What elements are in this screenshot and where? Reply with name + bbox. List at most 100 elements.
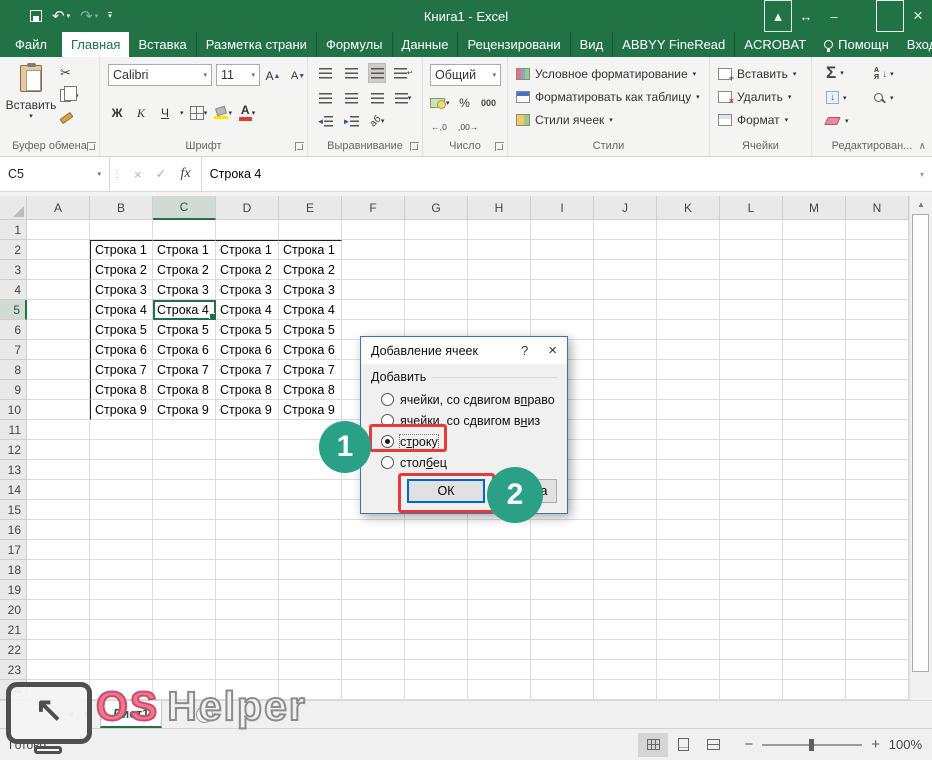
cell-E8[interactable]: Строка 7 xyxy=(279,360,342,380)
cell-M13[interactable] xyxy=(783,460,846,480)
cell-K6[interactable] xyxy=(657,320,720,340)
cell-C20[interactable] xyxy=(153,600,216,620)
cell-J23[interactable] xyxy=(594,660,657,680)
cell-B3[interactable]: Строка 2 xyxy=(90,260,153,280)
underline-button[interactable]: Ч xyxy=(156,103,174,123)
format-cells-button[interactable]: Формат▾ xyxy=(718,113,788,127)
tab-abbyy[interactable]: ABBYY FineRead xyxy=(613,32,735,57)
cell-K12[interactable] xyxy=(657,440,720,460)
cell-J14[interactable] xyxy=(594,480,657,500)
cell-E22[interactable] xyxy=(279,640,342,660)
tab-home[interactable]: Главная xyxy=(62,32,129,57)
bold-button[interactable]: Ж xyxy=(108,103,126,123)
cell-B23[interactable] xyxy=(90,660,153,680)
radio-icon[interactable] xyxy=(381,456,394,469)
tab-data[interactable]: Данные xyxy=(393,32,459,57)
cell-F24[interactable] xyxy=(342,680,405,700)
cell-B11[interactable] xyxy=(90,420,153,440)
cell-K5[interactable] xyxy=(657,300,720,320)
cell-K13[interactable] xyxy=(657,460,720,480)
formula-bar-handle[interactable]: ⋮ xyxy=(110,157,124,191)
column-header-M[interactable]: M xyxy=(783,196,846,220)
cell-H17[interactable] xyxy=(468,540,531,560)
cell-J2[interactable] xyxy=(594,240,657,260)
column-header-D[interactable]: D xyxy=(216,196,279,220)
cell-K21[interactable] xyxy=(657,620,720,640)
cell-A1[interactable] xyxy=(27,220,90,240)
top-align-button[interactable] xyxy=(316,63,334,83)
column-header-G[interactable]: G xyxy=(405,196,468,220)
zoom-out-button[interactable]: − xyxy=(744,736,753,753)
cell-C18[interactable] xyxy=(153,560,216,580)
cell-D13[interactable] xyxy=(216,460,279,480)
tab-formulas[interactable]: Формулы xyxy=(317,32,393,57)
cell-J7[interactable] xyxy=(594,340,657,360)
cancel-entry-button[interactable]: × xyxy=(134,167,142,182)
find-select-button[interactable]: ▾ xyxy=(874,93,894,102)
cell-L24[interactable] xyxy=(720,680,783,700)
cell-D22[interactable] xyxy=(216,640,279,660)
insert-function-button[interactable]: fx xyxy=(181,166,191,182)
cell-L23[interactable] xyxy=(720,660,783,680)
cell-G2[interactable] xyxy=(405,240,468,260)
conditional-formatting-button[interactable]: Условное форматирование▾ xyxy=(516,67,696,81)
cell-C9[interactable]: Строка 8 xyxy=(153,380,216,400)
cell-C10[interactable]: Строка 9 xyxy=(153,400,216,420)
cell-F2[interactable] xyxy=(342,240,405,260)
cell-K10[interactable] xyxy=(657,400,720,420)
cell-M12[interactable] xyxy=(783,440,846,460)
cell-E19[interactable] xyxy=(279,580,342,600)
cell-N16[interactable] xyxy=(846,520,909,540)
tab-review[interactable]: Рецензировани xyxy=(458,32,570,57)
cell-G22[interactable] xyxy=(405,640,468,660)
cell-L17[interactable] xyxy=(720,540,783,560)
cell-M9[interactable] xyxy=(783,380,846,400)
number-format-combo[interactable]: Общий▾ xyxy=(430,64,501,86)
cell-H21[interactable] xyxy=(468,620,531,640)
comma-style-button[interactable]: 000 xyxy=(480,93,498,113)
cell-D12[interactable] xyxy=(216,440,279,460)
cell-I3[interactable] xyxy=(531,260,594,280)
column-header-F[interactable]: F xyxy=(342,196,405,220)
cell-I4[interactable] xyxy=(531,280,594,300)
cell-M4[interactable] xyxy=(783,280,846,300)
cell-L21[interactable] xyxy=(720,620,783,640)
cell-N6[interactable] xyxy=(846,320,909,340)
cell-K20[interactable] xyxy=(657,600,720,620)
font-color-button[interactable]: А▾ xyxy=(238,103,256,123)
cell-D11[interactable] xyxy=(216,420,279,440)
zoom-in-button[interactable]: + xyxy=(871,736,880,753)
column-header-K[interactable]: K xyxy=(657,196,720,220)
italic-button[interactable]: К xyxy=(132,103,150,123)
cell-M21[interactable] xyxy=(783,620,846,640)
tab-insert[interactable]: Вставка xyxy=(129,32,196,57)
cell-L16[interactable] xyxy=(720,520,783,540)
cell-C12[interactable] xyxy=(153,440,216,460)
cell-A10[interactable] xyxy=(27,400,90,420)
cell-A23[interactable] xyxy=(27,660,90,680)
cell-G19[interactable] xyxy=(405,580,468,600)
cell-C7[interactable]: Строка 6 xyxy=(153,340,216,360)
cell-E15[interactable] xyxy=(279,500,342,520)
cell-A4[interactable] xyxy=(27,280,90,300)
cell-H16[interactable] xyxy=(468,520,531,540)
cell-B5[interactable]: Строка 4 xyxy=(90,300,153,320)
tab-view[interactable]: Вид xyxy=(571,32,614,57)
cell-K7[interactable] xyxy=(657,340,720,360)
row-header-3[interactable]: 3 xyxy=(0,260,27,280)
cell-M20[interactable] xyxy=(783,600,846,620)
tab-file[interactable]: Файл xyxy=(0,32,62,57)
cell-F23[interactable] xyxy=(342,660,405,680)
cell-I24[interactable] xyxy=(531,680,594,700)
cell-L9[interactable] xyxy=(720,380,783,400)
cell-D2[interactable]: Строка 1 xyxy=(216,240,279,260)
vertical-scrollbar[interactable]: ▲ ▼ xyxy=(909,196,932,712)
cell-L3[interactable] xyxy=(720,260,783,280)
row-header-6[interactable]: 6 xyxy=(0,320,27,340)
cell-A2[interactable] xyxy=(27,240,90,260)
cell-I19[interactable] xyxy=(531,580,594,600)
cell-G3[interactable] xyxy=(405,260,468,280)
tab-page-layout[interactable]: Разметка страни xyxy=(197,32,317,57)
cell-C2[interactable]: Строка 1 xyxy=(153,240,216,260)
cell-H20[interactable] xyxy=(468,600,531,620)
